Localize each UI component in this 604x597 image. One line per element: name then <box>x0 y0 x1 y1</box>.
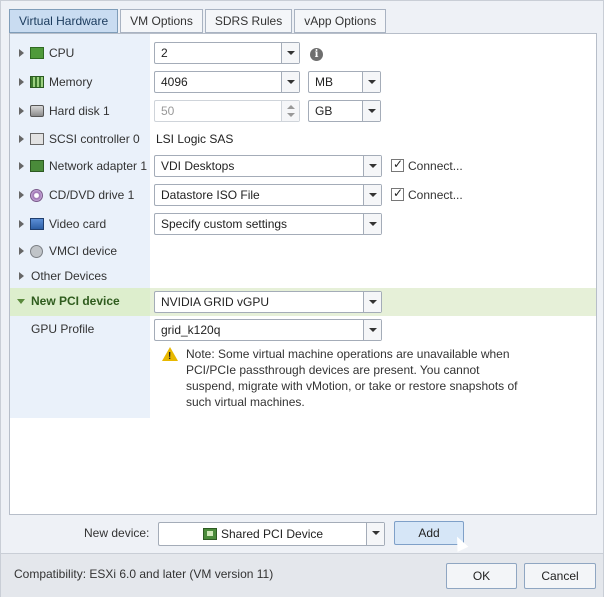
cpu-icon <box>30 47 44 59</box>
hard-disk-label: Hard disk 1 <box>49 104 110 118</box>
cd-dvd-connect-label: Connect... <box>408 188 463 202</box>
new-pci-device-label: New PCI device <box>31 294 120 308</box>
chevron-down-icon[interactable] <box>363 156 381 176</box>
network-adapter-row: Network adapter 1 VDI Desktops Connect..… <box>10 153 596 181</box>
network-adapter-label: Network adapter 1 <box>49 159 148 173</box>
chevron-down-icon[interactable] <box>366 523 384 545</box>
memory-icon <box>30 76 44 88</box>
other-devices-row: Other Devices <box>10 263 596 291</box>
stepper-buttons[interactable] <box>281 101 299 121</box>
stepper-down-icon[interactable] <box>287 113 295 117</box>
stepper-up-icon[interactable] <box>287 105 295 109</box>
network-value: VDI Desktops <box>161 159 235 173</box>
expand-arrow-icon[interactable] <box>19 135 24 143</box>
compatibility-text: Compatibility: ESXi 6.0 and later (VM ve… <box>14 567 274 581</box>
warning-icon <box>162 347 178 365</box>
vmci-device-label: VMCI device <box>49 244 118 258</box>
memory-row: Memory 4096 MB <box>10 69 596 97</box>
network-adapter-icon <box>30 160 44 172</box>
memory-unit-value: MB <box>315 75 333 89</box>
new-pci-device-row: New PCI device NVIDIA GRID vGPU <box>10 288 596 316</box>
vm-settings-dialog: Virtual Hardware VM Options SDRS Rules v… <box>0 0 604 597</box>
gpu-profile-value: grid_k120q <box>161 323 221 337</box>
tab-vapp-options[interactable]: vApp Options <box>294 9 387 33</box>
tab-vm-options[interactable]: VM Options <box>120 9 203 33</box>
ok-button[interactable]: OK <box>446 563 517 589</box>
memory-size-value: 4096 <box>161 75 188 89</box>
expand-arrow-icon[interactable] <box>19 49 24 57</box>
chevron-down-icon[interactable] <box>362 101 380 121</box>
memory-label: Memory <box>49 75 93 89</box>
info-icon[interactable]: i <box>310 48 323 61</box>
video-card-value: Specify custom settings <box>161 217 288 231</box>
gpu-profile-label: GPU Profile <box>31 322 95 336</box>
hard-disk-size-stepper[interactable]: 50 <box>154 100 300 122</box>
virtual-hardware-panel: CPU 2 i Memory 4096 MB Hard disk 1 50 GB… <box>9 33 597 515</box>
vmci-device-icon <box>30 245 43 258</box>
expand-arrow-icon[interactable] <box>19 107 24 115</box>
cd-dvd-select[interactable]: Datastore ISO File <box>154 184 382 206</box>
scsi-controller-row: SCSI controller 0 LSI Logic SAS <box>10 126 596 154</box>
chevron-down-icon[interactable] <box>363 185 381 205</box>
vmci-device-row: VMCI device <box>10 238 596 266</box>
tab-virtual-hardware[interactable]: Virtual Hardware <box>9 9 119 33</box>
hard-disk-unit-select[interactable]: GB <box>308 100 381 122</box>
cd-dvd-value: Datastore ISO File <box>161 188 260 202</box>
new-device-label: New device: <box>84 526 150 540</box>
chevron-down-icon[interactable] <box>363 320 381 340</box>
video-card-select[interactable]: Specify custom settings <box>154 213 382 235</box>
pci-device-select[interactable]: NVIDIA GRID vGPU <box>154 291 382 313</box>
mouse-cursor-icon <box>451 534 469 552</box>
video-card-label: Video card <box>49 217 107 231</box>
memory-unit-select[interactable]: MB <box>308 71 381 93</box>
expand-arrow-icon[interactable] <box>19 220 24 228</box>
cpu-count-value: 2 <box>161 46 168 60</box>
tab-bar: Virtual Hardware VM Options SDRS Rules v… <box>9 9 388 33</box>
memory-size-input[interactable]: 4096 <box>154 71 300 93</box>
cd-dvd-icon <box>30 189 43 202</box>
hard-disk-row: Hard disk 1 50 GB <box>10 98 596 126</box>
gpu-profile-row: GPU Profile grid_k120q <box>10 316 596 344</box>
hard-disk-size-value: 50 <box>161 104 175 118</box>
video-card-icon <box>30 218 44 230</box>
hard-disk-icon <box>30 105 44 117</box>
network-connect-label: Connect... <box>408 159 463 173</box>
cpu-label: CPU <box>49 46 75 60</box>
expand-arrow-icon[interactable] <box>19 191 24 199</box>
video-card-row: Video card Specify custom settings <box>10 211 596 239</box>
expand-arrow-icon[interactable] <box>19 247 24 255</box>
cd-dvd-row: CD/DVD drive 1 Datastore ISO File Connec… <box>10 182 596 210</box>
chevron-down-icon[interactable] <box>363 292 381 312</box>
expand-arrow-icon[interactable] <box>19 162 24 170</box>
pci-device-value: NVIDIA GRID vGPU <box>161 295 270 309</box>
chevron-down-icon[interactable] <box>281 43 299 63</box>
expand-arrow-icon[interactable] <box>19 272 24 280</box>
gpu-profile-select[interactable]: grid_k120q <box>154 319 382 341</box>
expand-arrow-icon[interactable] <box>19 78 24 86</box>
chevron-down-icon[interactable] <box>363 214 381 234</box>
new-device-select[interactable]: Shared PCI Device <box>158 522 385 546</box>
warning-text: Note: Some virtual machine operations ar… <box>186 347 518 409</box>
cpu-row: CPU 2 i <box>10 40 596 68</box>
chevron-down-icon[interactable] <box>362 72 380 92</box>
cd-dvd-label: CD/DVD drive 1 <box>49 188 135 202</box>
network-connect-checkbox[interactable] <box>391 157 404 172</box>
cpu-count-select[interactable]: 2 <box>154 42 300 64</box>
scsi-controller-label: SCSI controller 0 <box>49 132 140 146</box>
dialog-footer: Compatibility: ESXi 6.0 and later (VM ve… <box>1 553 603 597</box>
cancel-button[interactable]: Cancel <box>524 563 596 589</box>
new-device-value: Shared PCI Device <box>221 527 324 541</box>
chevron-down-icon[interactable] <box>281 72 299 92</box>
network-select[interactable]: VDI Desktops <box>154 155 382 177</box>
scsi-controller-type: LSI Logic SAS <box>156 132 234 146</box>
hard-disk-unit-value: GB <box>315 104 333 118</box>
collapse-arrow-icon[interactable] <box>17 299 25 304</box>
other-devices-label: Other Devices <box>31 269 108 283</box>
pci-device-icon <box>203 528 217 540</box>
tab-sdrs-rules[interactable]: SDRS Rules <box>204 9 293 33</box>
cd-dvd-connect-checkbox[interactable] <box>391 186 404 201</box>
scsi-controller-icon <box>30 133 44 145</box>
